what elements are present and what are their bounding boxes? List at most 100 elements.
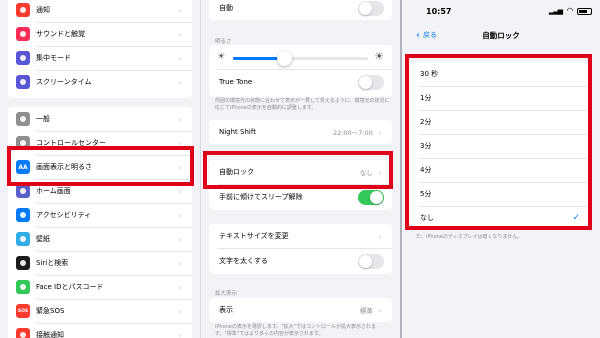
settings-item-label: アクセシビリティ <box>36 211 92 219</box>
auto-lock-footer: た、iPhoneのディスプレイは暗くなりません。 <box>416 234 523 240</box>
true-tone-label: True Tone <box>219 78 253 86</box>
sun-large-icon: ☀ <box>374 50 384 63</box>
sidebar-item-speaker[interactable]: サウンドと触覚 › <box>8 22 192 46</box>
sidebar-item-bell[interactable]: 通知 › <box>8 0 192 22</box>
settings-item-label: サウンドと触覚 <box>36 30 85 38</box>
settings-item-label: 通知 <box>36 6 50 14</box>
auto-lock-option-label: なし <box>420 214 434 222</box>
auto-lock-option[interactable]: なし ✓ <box>410 206 592 230</box>
night-shift-group: Night Shift 22:00～7:00 › <box>209 120 392 144</box>
status-time: 10:57 <box>426 7 452 16</box>
appearance-group: 自動 <box>209 0 392 20</box>
chevron-right-icon: › <box>178 29 182 39</box>
sidebar-item-hourglass[interactable]: スクリーンタイム › <box>8 70 192 94</box>
settings-item-label: スクリーンタイム <box>36 78 92 86</box>
sidebar-item-siri[interactable]: Siriと検索 › <box>8 251 192 275</box>
display-zoom-note: iPhoneの表示を選択します。"拡大"ではコントロールが拡大表示されます。"標… <box>215 324 376 337</box>
sidebar-item-moon[interactable]: 集中モード › <box>8 46 192 70</box>
true-tone-note: 周囲の環境光の状態に合わせて表示が一貫して見えるように、環境光の状況に応じてiP… <box>215 98 390 111</box>
chevron-right-icon: › <box>378 231 382 241</box>
auto-lock-option[interactable]: 30 秒 <box>410 62 592 86</box>
auto-lock-row[interactable]: 自動ロック なし › <box>209 160 392 184</box>
chevron-right-icon: › <box>178 258 182 268</box>
auto-lock-option-label: 3分 <box>420 142 432 150</box>
moon-icon <box>16 51 30 65</box>
sun-small-icon: ☀ <box>217 52 226 62</box>
bold-text-toggle[interactable] <box>358 253 384 269</box>
sidebar-item-grid[interactable]: ホーム画面 › <box>8 179 192 203</box>
display-zoom-label: 表示 <box>219 306 233 314</box>
auto-lock-option[interactable]: 5分 <box>410 182 592 206</box>
auto-lock-option[interactable]: 1分 <box>410 86 592 110</box>
sidebar-item-sliders[interactable]: コントロールセンター › <box>8 131 192 155</box>
lock-group: 自動ロック なし › 手前に傾けてスリープ解除 <box>209 160 392 210</box>
sidebar-item-flower[interactable]: 壁紙 › <box>8 227 192 251</box>
true-tone-row[interactable]: True Tone <box>209 70 392 94</box>
text-size-label: テキストサイズを変更 <box>219 232 289 240</box>
auto-lock-label: 自動ロック <box>219 168 254 176</box>
face-id-icon <box>16 280 30 294</box>
settings-item-label: Siriと検索 <box>36 259 69 267</box>
zoom-header: 拡大表示 <box>215 291 238 297</box>
raise-to-wake-toggle[interactable] <box>358 189 384 205</box>
sidebar-item-sos[interactable]: SOS 緊急SOS › <box>8 299 192 323</box>
brightness-slider[interactable] <box>233 51 368 66</box>
gear-icon <box>16 112 30 126</box>
settings-item-label: Face IDとパスコード <box>36 283 104 291</box>
accessibility-icon <box>16 208 30 222</box>
auto-lock-panel: 10:57 ▂▃▅ ◠ ‹ 戻る 自動ロック 30 秒 1分 2分 3分 4分 5分 なし ✓… <box>400 0 600 338</box>
true-tone-toggle[interactable] <box>358 74 384 90</box>
settings-group-notifications: 通知 › サウンドと触覚 › 集中モード › スクリーンタイム › <box>8 0 192 98</box>
settings-item-label: ホーム画面 <box>36 187 71 195</box>
sidebar-item-gear[interactable]: 一般 › <box>8 107 192 131</box>
chevron-right-icon: › <box>178 53 182 63</box>
auto-lock-option-label: 4分 <box>420 166 432 174</box>
brightness-slider-knob[interactable] <box>277 51 293 66</box>
checkmark-icon: ✓ <box>572 213 580 223</box>
display-zoom-row[interactable]: 表示 標準 › <box>209 298 392 322</box>
auto-lock-option[interactable]: 4分 <box>410 158 592 182</box>
settings-item-label: コントロールセンター <box>36 139 106 147</box>
hourglass-icon <box>16 75 30 89</box>
night-shift-value: 22:00～7:00 <box>332 129 373 137</box>
sos-icon: SOS <box>16 304 30 318</box>
sidebar-item-accessibility[interactable]: アクセシビリティ › <box>8 203 192 227</box>
chevron-right-icon: › <box>178 186 182 196</box>
auto-lock-option[interactable]: 2分 <box>410 110 592 134</box>
settings-item-label: 緊急SOS <box>36 307 65 315</box>
chevron-right-icon: › <box>178 282 182 292</box>
text-size-row[interactable]: テキストサイズを変更 › <box>209 224 392 248</box>
signal-icon: ▂▃▅ <box>548 7 563 15</box>
chevron-right-icon: › <box>378 167 382 177</box>
chevron-right-icon: › <box>178 114 182 124</box>
nav-bar: ‹ 戻る 自動ロック <box>402 24 600 46</box>
night-shift-label: Night Shift <box>219 128 256 136</box>
chevron-right-icon: › <box>178 234 182 244</box>
sidebar-item-face-id[interactable]: Face IDとパスコード › <box>8 275 192 299</box>
text-group: テキストサイズを変更 › 文字を太くする <box>209 224 392 274</box>
chevron-right-icon: › <box>178 77 182 87</box>
chevron-right-icon: › <box>178 162 182 172</box>
speaker-icon <box>16 27 30 41</box>
flower-icon <box>16 232 30 246</box>
auto-appearance-row[interactable]: 自動 <box>209 0 392 20</box>
bold-text-row[interactable]: 文字を太くする <box>209 249 392 273</box>
grid-icon <box>16 184 30 198</box>
bold-text-label: 文字を太くする <box>219 257 268 265</box>
battery-icon <box>577 8 592 15</box>
raise-to-wake-row[interactable]: 手前に傾けてスリープ解除 <box>209 185 392 209</box>
chevron-right-icon: › <box>178 5 182 15</box>
settings-item-label: 一般 <box>36 115 50 123</box>
page-title: 自動ロック <box>482 30 520 40</box>
auto-lock-options: 30 秒 1分 2分 3分 4分 5分なし ✓ <box>410 62 592 230</box>
zoom-group: 表示 標準 › <box>209 298 392 322</box>
auto-lock-option[interactable]: 3分 <box>410 134 592 158</box>
chevron-right-icon: › <box>178 210 182 220</box>
auto-toggle[interactable] <box>358 0 384 16</box>
auto-lock-option-label: 2分 <box>420 118 432 126</box>
settings-item-label: 壁紙 <box>36 235 50 243</box>
sidebar-item-aa[interactable]: AA 画面表示と明るさ › <box>8 155 192 179</box>
auto-lock-option-label: 30 秒 <box>420 70 439 78</box>
sidebar-item-contact[interactable]: 接触通知 › <box>8 323 192 338</box>
night-shift-row[interactable]: Night Shift 22:00～7:00 › <box>209 120 392 144</box>
